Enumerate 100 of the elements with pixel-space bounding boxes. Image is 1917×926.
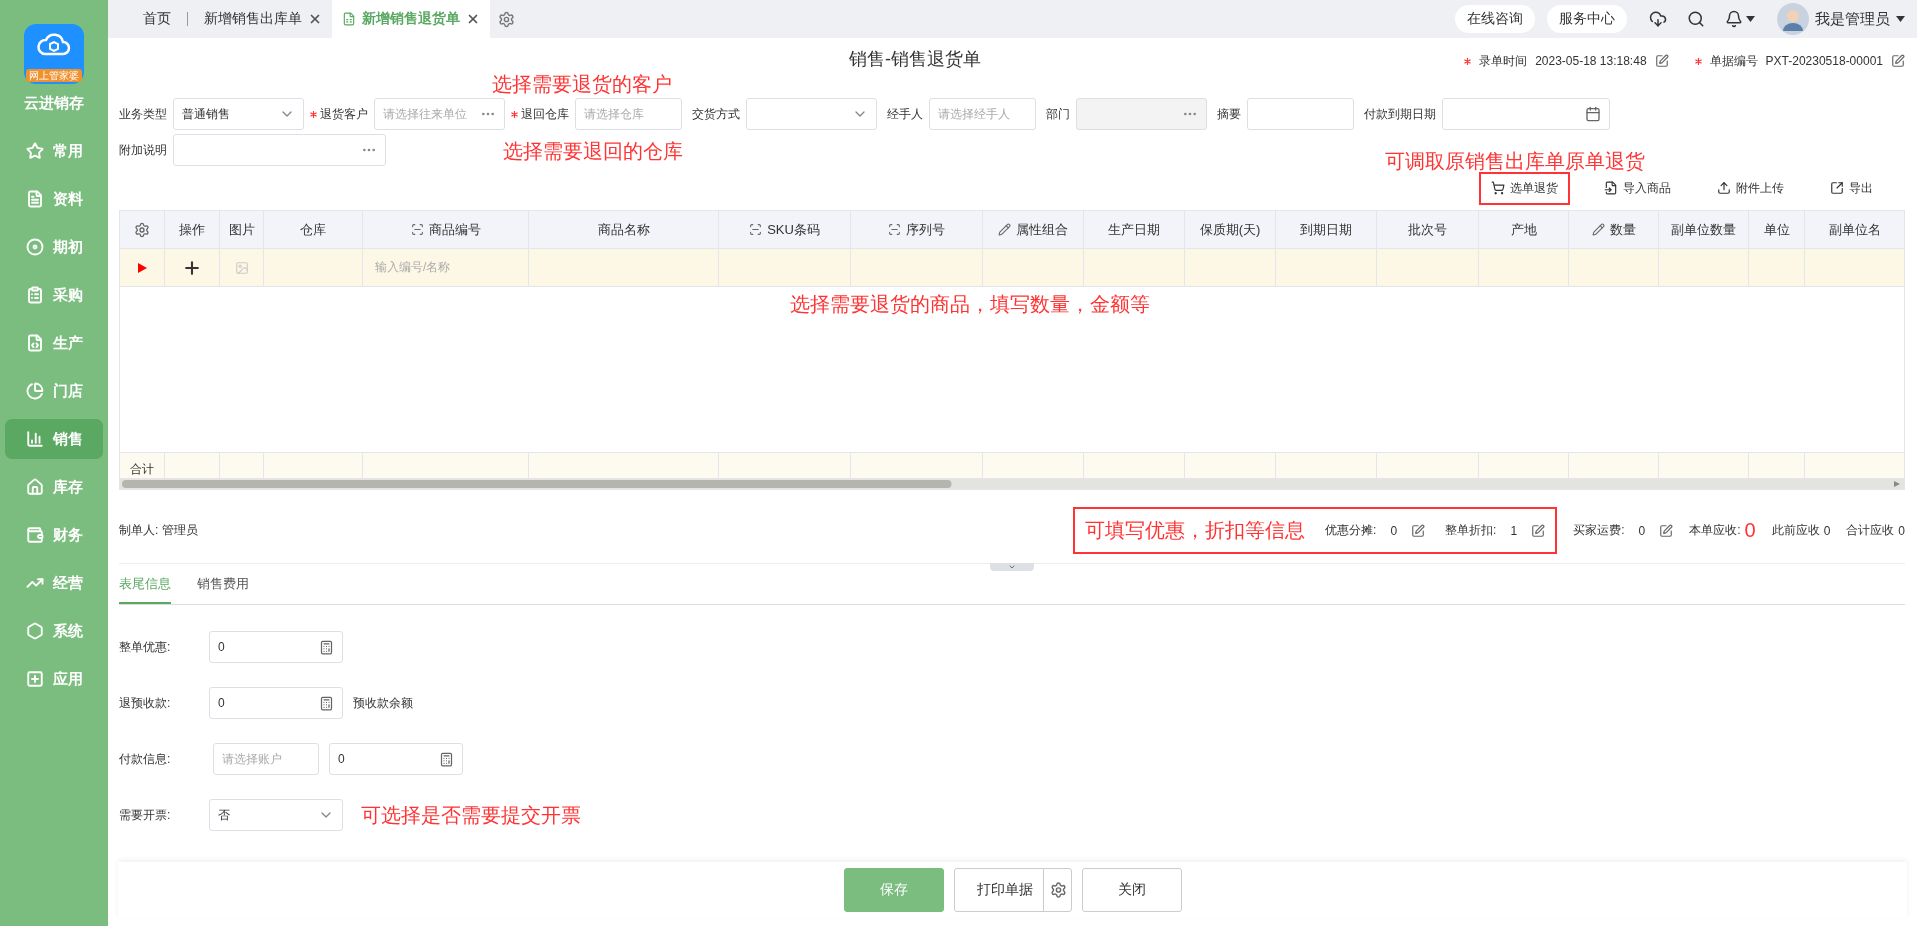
sidebar-item[interactable]: 采购 [5, 275, 103, 315]
edit-icon[interactable] [1531, 523, 1546, 538]
user-name[interactable]: 我是管理员 [1815, 9, 1890, 29]
field-note: 预收款余额 [353, 694, 413, 712]
sidebar-item[interactable]: 系统 [5, 611, 103, 651]
pencil-icon [1591, 223, 1605, 236]
tab[interactable]: 表尾信息 [119, 575, 171, 604]
sidebar-item[interactable]: 库存 [5, 467, 103, 507]
input-field[interactable]: 0 [209, 687, 343, 719]
action-button[interactable]: 保存 [843, 868, 944, 912]
cart-icon [1491, 181, 1505, 195]
close-icon[interactable] [308, 12, 322, 26]
sidebar-item[interactable]: 销售 [5, 419, 103, 459]
sidebar-item[interactable]: 财务 [5, 515, 103, 555]
upload-icon [1717, 181, 1731, 195]
settings-icon[interactable] [134, 221, 150, 238]
bell-icon[interactable] [1725, 10, 1743, 28]
header-link[interactable]: 在线咨询 [1455, 5, 1535, 33]
hexagon-icon [25, 622, 44, 640]
annotation-text: 选择需要退回的仓库 [503, 139, 683, 164]
cloud-download-icon[interactable] [1649, 10, 1667, 28]
field-label: 经手人 [887, 105, 923, 123]
field-label: 附加说明 [119, 141, 167, 159]
caret-icon[interactable] [1746, 16, 1755, 22]
input-field[interactable] [1247, 98, 1354, 130]
annotation-text: 可填写优惠，折扣等信息 [1085, 518, 1306, 543]
sidebar-item[interactable]: 资料 [5, 179, 103, 219]
select-field[interactable]: 否 [209, 799, 343, 831]
field-label: 业务类型 [119, 105, 167, 123]
caret-icon[interactable] [1896, 16, 1905, 22]
page-title: 销售-销售退货单 [849, 48, 981, 71]
edit-icon[interactable] [1659, 523, 1674, 538]
sidebar-item[interactable]: 生产 [5, 323, 103, 363]
sidebar-item[interactable]: 期初 [5, 227, 103, 267]
toolbar-button[interactable]: 导入商品 [1592, 171, 1683, 205]
annotation-text: 选择需要退货的客户 [492, 71, 672, 97]
field-label: 需要开票: [119, 806, 172, 824]
summary-value: 0 [1390, 523, 1398, 538]
import-icon [1604, 181, 1618, 195]
house-icon [25, 478, 44, 496]
field-label: 单据编号 [1709, 52, 1758, 70]
input-field[interactable]: 请选择经手人 [929, 98, 1036, 130]
pie-chart-icon [25, 382, 44, 400]
calculator-icon[interactable] [319, 639, 334, 655]
sidebar-item[interactable]: 常用 [5, 131, 103, 171]
input-field[interactable]: 0 [329, 743, 463, 775]
wallet-icon [25, 526, 44, 544]
scan-icon [888, 223, 901, 236]
toolbar-button[interactable]: 附件上传 [1705, 171, 1796, 205]
tab[interactable]: 销售费用 [197, 575, 249, 604]
bar-chart-icon [25, 430, 44, 448]
select-field[interactable] [746, 98, 877, 130]
select-field[interactable]: 普通销售 [173, 98, 304, 130]
field-label: 退回仓库 [521, 105, 569, 123]
plus-icon [25, 670, 44, 688]
input-field[interactable]: 请选择往来单位 [374, 98, 505, 130]
input-field[interactable] [173, 134, 386, 166]
calculator-icon[interactable] [439, 751, 454, 767]
input-field[interactable]: 0 [209, 631, 343, 663]
input-field[interactable] [1442, 98, 1610, 130]
field-label: 交货方式 [692, 105, 740, 123]
scan-icon [410, 223, 424, 236]
field-label: 付款信息: [119, 750, 172, 768]
action-button[interactable]: 打印单据 [953, 868, 1072, 912]
toolbar-button[interactable]: 导出 [1818, 171, 1885, 205]
field-label: 付款到期日期 [1364, 105, 1436, 123]
edit-icon[interactable] [1891, 54, 1905, 68]
edit-icon[interactable] [1411, 523, 1426, 538]
maker-text: 制单人: 管理员 [119, 522, 198, 539]
sidebar-item[interactable]: 门店 [5, 371, 103, 411]
tab[interactable]: 首页 [133, 0, 181, 38]
scan-icon [749, 223, 763, 236]
input-field[interactable]: 输入编号/名称 [375, 259, 451, 276]
summary-label: 整单折扣: [1445, 522, 1497, 539]
summary-label: 本单应收: [1689, 522, 1741, 539]
chevron-down-icon [1008, 563, 1016, 571]
app-name: 云进销存 [24, 94, 84, 113]
search-icon[interactable] [1687, 10, 1705, 28]
file-icon [25, 334, 44, 352]
header-link[interactable]: 服务中心 [1547, 5, 1627, 33]
sidebar-item[interactable]: 应用 [5, 659, 103, 699]
close-icon[interactable] [466, 12, 480, 26]
input-field[interactable]: 请选择仓库 [575, 98, 682, 130]
action-button[interactable]: 关闭 [1081, 868, 1182, 912]
image-icon [234, 260, 249, 275]
tab[interactable]: 新增销售出库单 [194, 0, 332, 38]
summary-value: 0 [1898, 523, 1905, 538]
toolbar-button[interactable]: 选单退货 [1479, 171, 1570, 205]
field-label: 录单时间 [1479, 52, 1528, 70]
sidebar-item[interactable]: 经营 [5, 563, 103, 603]
tab[interactable]: 新增销售退货单 [332, 0, 490, 38]
summary-label: 合计应收 [1846, 522, 1895, 539]
calculator-icon[interactable] [319, 695, 334, 711]
summary-value: 0 [1823, 523, 1831, 538]
disc-icon [25, 238, 44, 256]
input-field[interactable]: 请选择账户 [213, 743, 319, 775]
document-icon [25, 190, 44, 208]
edit-icon[interactable] [1654, 54, 1669, 68]
collapse-handle[interactable] [990, 563, 1034, 571]
settings-icon[interactable] [498, 10, 515, 28]
